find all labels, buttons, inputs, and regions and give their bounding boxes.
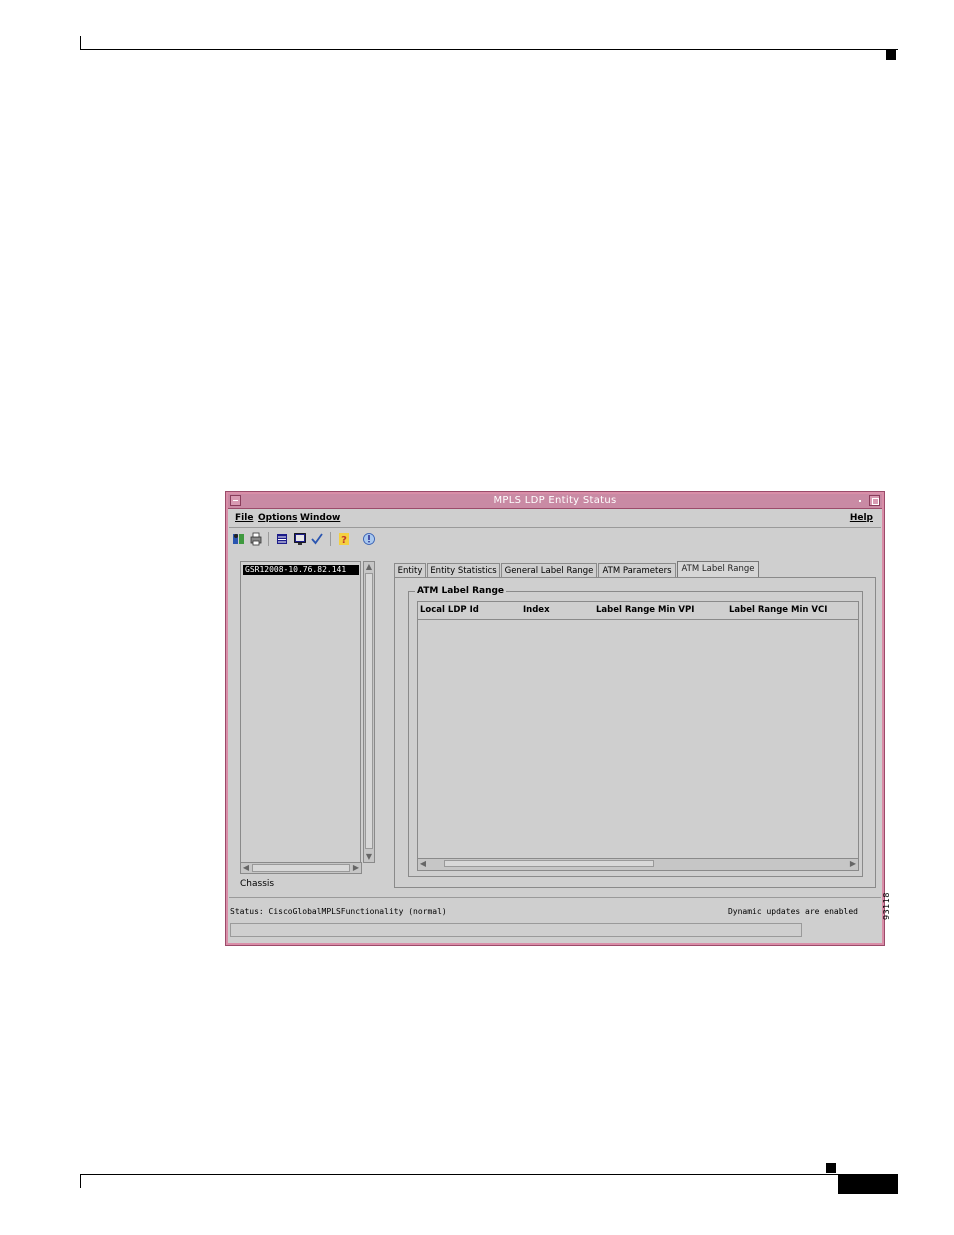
status-text: Status: CiscoGlobalMPLSFunctionality (no… xyxy=(230,907,447,916)
column-header-local-ldp-id[interactable]: Local LDP Id xyxy=(420,605,479,615)
menu-help[interactable]: Help xyxy=(850,513,873,523)
maximize-button[interactable] xyxy=(869,495,880,506)
atm-label-range-group: ATM Label Range Local LDP Id Index Label… xyxy=(408,586,863,877)
tab-general-label-range[interactable]: General Label Range xyxy=(501,563,597,577)
scroll-left-icon[interactable]: ◀ xyxy=(241,863,251,873)
tab-panel: ATM Label Range Local LDP Id Index Label… xyxy=(394,577,876,888)
monitor-icon[interactable] xyxy=(293,531,307,546)
scroll-down-icon[interactable]: ▼ xyxy=(364,852,374,862)
header-rule-vertical xyxy=(80,36,81,50)
progress-bar xyxy=(230,923,802,937)
header-rule xyxy=(80,49,898,50)
header-marker xyxy=(886,50,896,60)
menu-bar: File Options Window Help xyxy=(229,509,881,528)
menu-options[interactable]: Options xyxy=(258,513,297,523)
atm-label-range-table[interactable]: Local LDP Id Index Label Range Min VPI L… xyxy=(417,601,859,871)
footer-rule-vertical xyxy=(80,1174,81,1188)
chassis-tree[interactable]: GSR12008-10.76.82.141 xyxy=(240,561,361,874)
menu-file[interactable]: File xyxy=(235,513,253,523)
scroll-thumb[interactable] xyxy=(252,864,350,872)
window-title: MPLS LDP Entity Status xyxy=(493,495,617,506)
scroll-right-icon[interactable]: ▶ xyxy=(351,863,361,873)
tab-atm-label-range[interactable]: ATM Label Range xyxy=(677,561,759,578)
table-horizontal-scrollbar[interactable]: ◀ ▶ xyxy=(418,858,858,870)
status-separator xyxy=(229,897,881,898)
tab-atm-parameters[interactable]: ATM Parameters xyxy=(598,563,676,577)
list-icon[interactable] xyxy=(275,531,289,546)
tab-entity-statistics[interactable]: Entity Statistics xyxy=(427,563,500,577)
check-icon[interactable] xyxy=(310,531,324,546)
app-window: MPLS LDP Entity Status File Options Wind… xyxy=(225,491,885,946)
footer-page-block xyxy=(838,1175,898,1194)
title-bar[interactable]: MPLS LDP Entity Status xyxy=(228,494,882,509)
tab-entity[interactable]: Entity xyxy=(394,563,426,577)
tree-node-selected[interactable]: GSR12008-10.76.82.141 xyxy=(243,565,359,575)
chassis-label: Chassis xyxy=(240,879,275,889)
help-icon[interactable]: ? xyxy=(337,531,351,546)
svg-text:?: ? xyxy=(341,535,347,546)
column-header-index[interactable]: Index xyxy=(523,605,550,615)
tree-horizontal-scrollbar[interactable]: ◀ ▶ xyxy=(240,862,362,874)
info-icon[interactable] xyxy=(362,531,376,546)
scroll-up-icon[interactable]: ▲ xyxy=(364,562,374,572)
toolbar: ? xyxy=(229,528,881,550)
print-icon[interactable] xyxy=(249,531,263,546)
group-title: ATM Label Range xyxy=(415,586,507,596)
scroll-thumb[interactable] xyxy=(365,573,373,849)
dynamic-updates-status: Dynamic updates are enabled xyxy=(727,907,858,916)
scroll-thumb[interactable] xyxy=(444,860,654,867)
scroll-left-icon[interactable]: ◀ xyxy=(418,859,428,869)
scroll-right-icon[interactable]: ▶ xyxy=(848,859,858,869)
menu-window[interactable]: Window xyxy=(300,513,340,523)
figure-number: 93118 xyxy=(882,892,891,920)
table-header: Local LDP Id Index Label Range Min VPI L… xyxy=(418,602,858,620)
open-icon[interactable] xyxy=(232,531,246,546)
footer-marker xyxy=(826,1163,836,1173)
column-header-min-vpi[interactable]: Label Range Min VPI xyxy=(596,605,694,615)
column-header-min-vci[interactable]: Label Range Min VCI xyxy=(729,605,827,615)
footer-rule xyxy=(80,1174,898,1175)
tree-vertical-scrollbar[interactable]: ▲ ▼ xyxy=(363,561,375,863)
minimize-button[interactable] xyxy=(855,495,866,506)
